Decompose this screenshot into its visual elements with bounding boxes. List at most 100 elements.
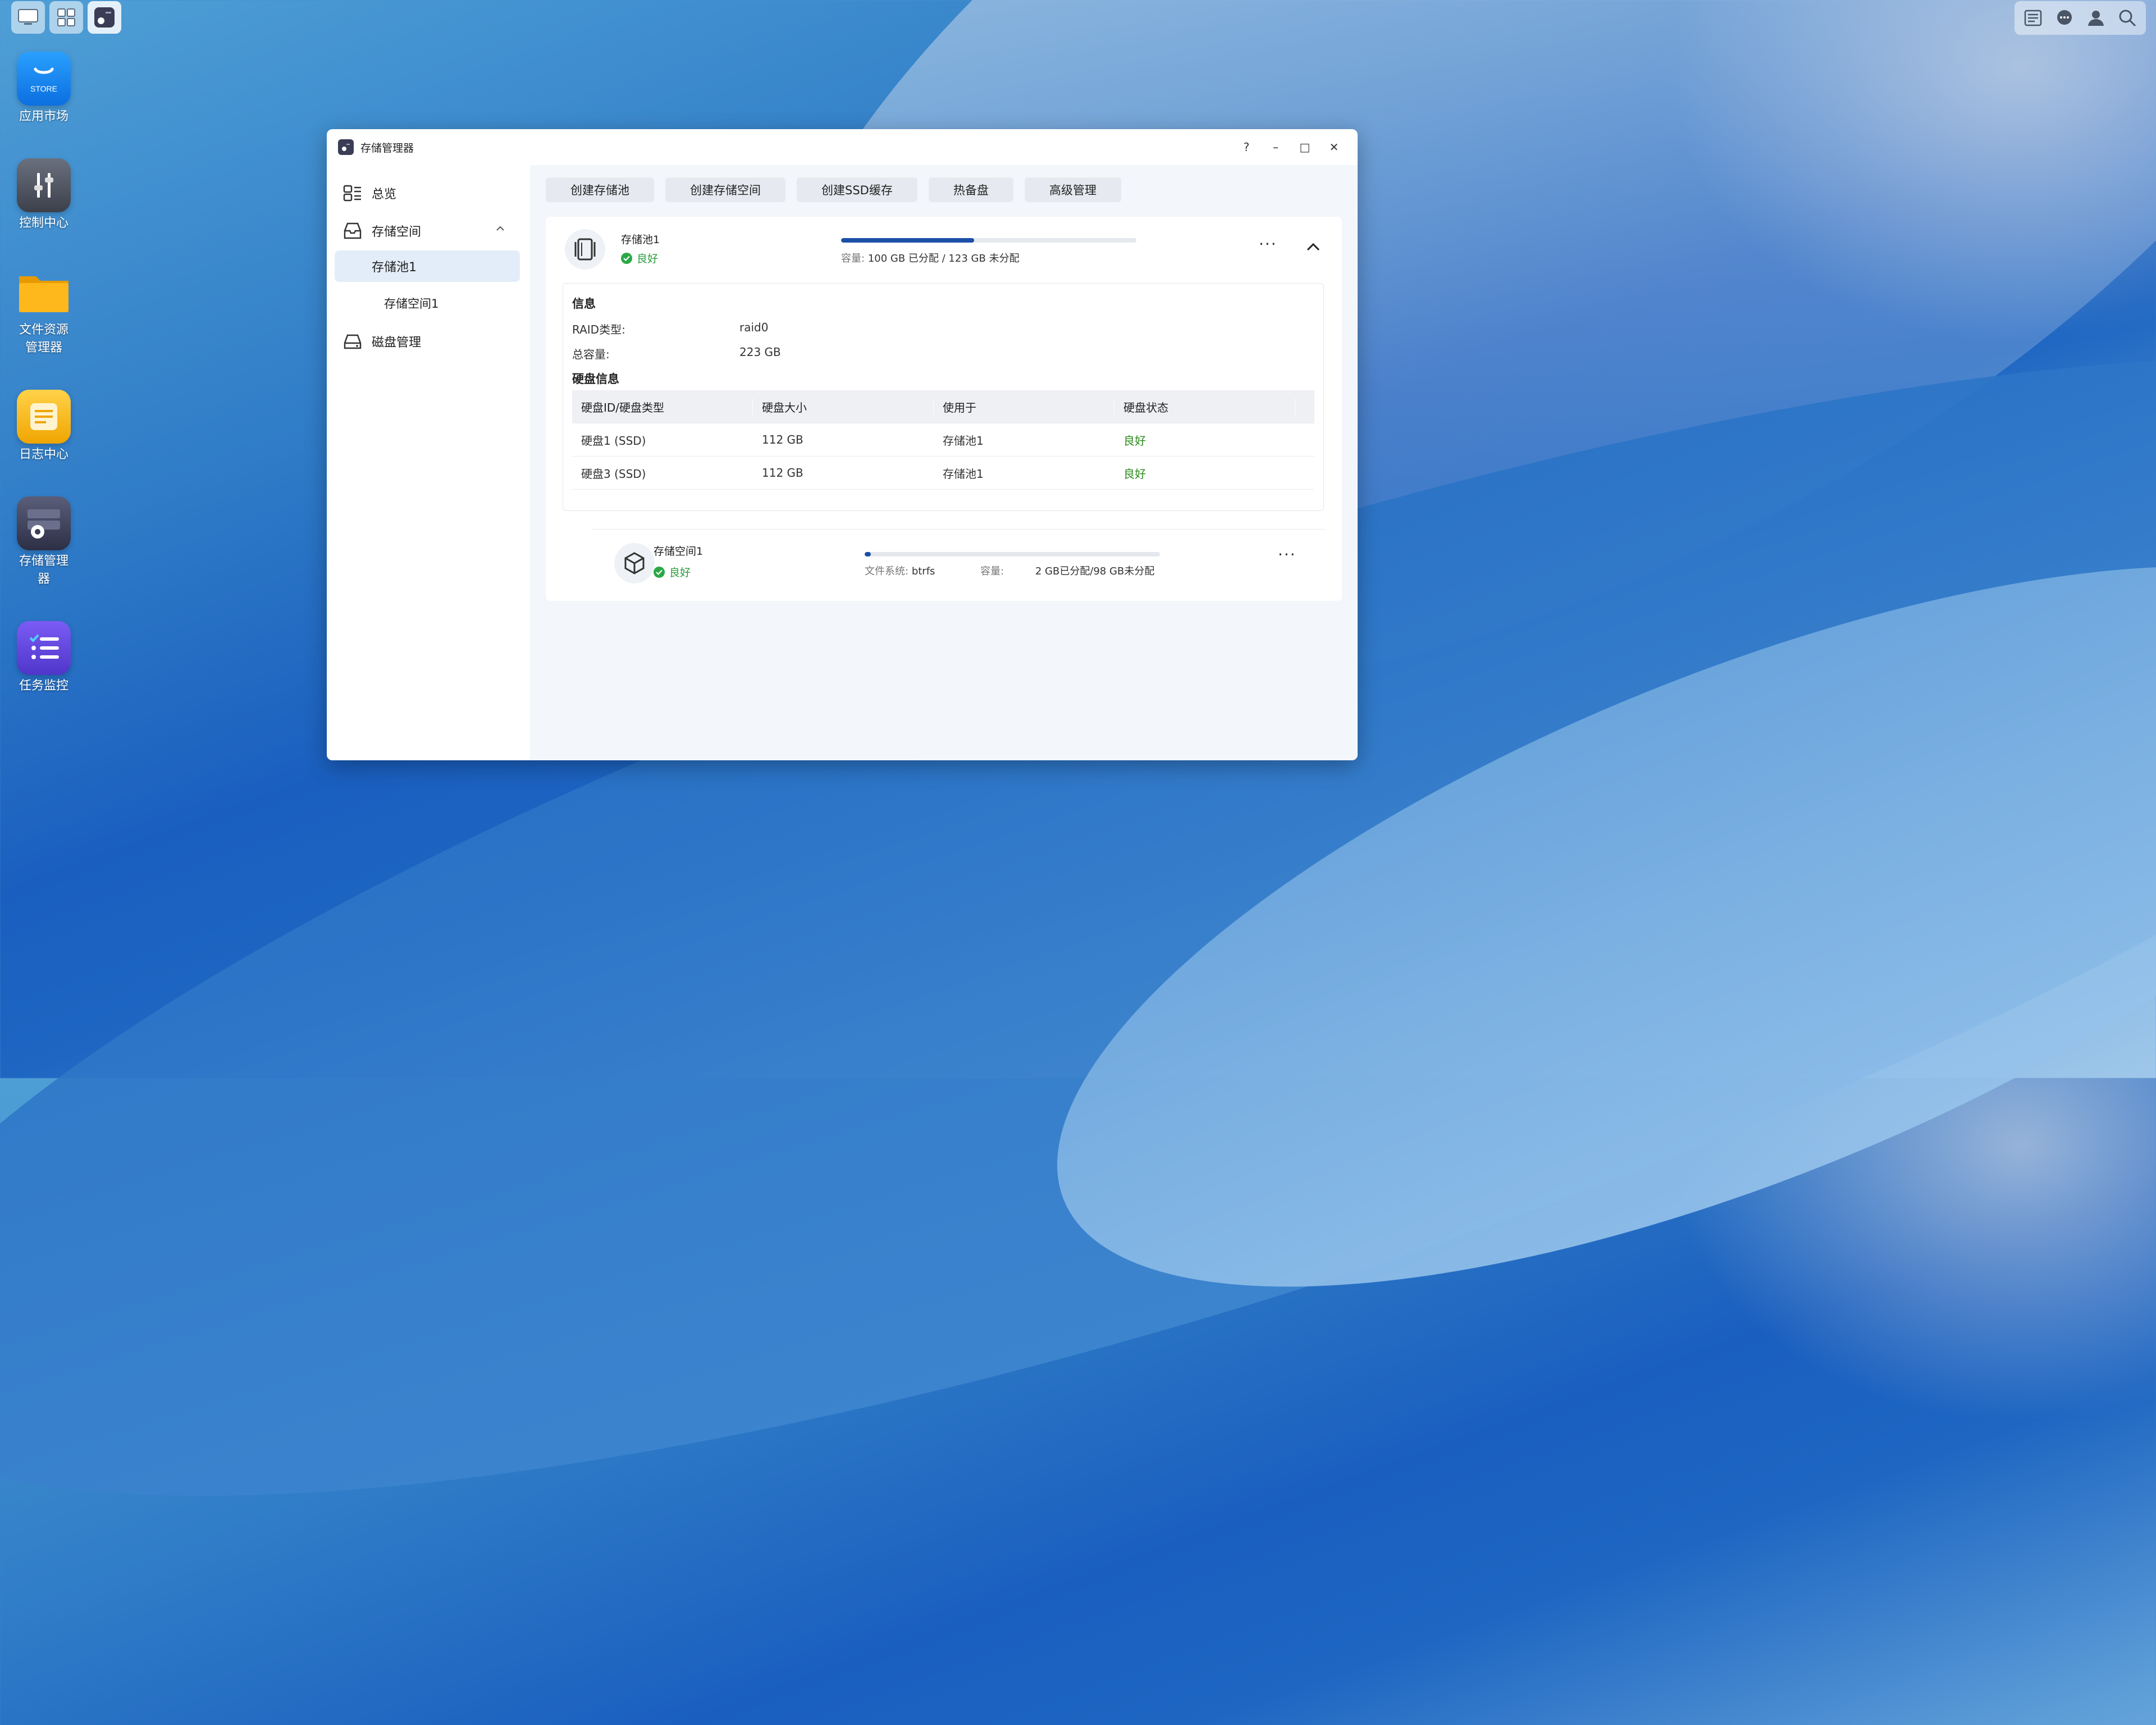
desktop-icon-app-store[interactable]: STORE 应用市场 (8, 52, 80, 126)
volume-name: 存储空间1 (654, 545, 704, 558)
sidebar-item-label: 存储空间 (372, 225, 422, 239)
info-heading: 信息 (572, 297, 596, 311)
raid-type-label: RAID类型: (572, 323, 625, 336)
volume-usage-bar (865, 552, 1160, 556)
svg-text:STORE: STORE (30, 84, 57, 93)
log-icon (17, 390, 71, 444)
sidebar-item-disk-management[interactable]: 磁盘管理 (335, 326, 520, 357)
close-button[interactable]: ✕ (1322, 136, 1346, 158)
used-by-cell: 存储池1 (934, 431, 1114, 448)
user-icon (2088, 11, 2104, 26)
column-header: 硬盘ID/硬盘类型 (572, 398, 753, 415)
desktop-icon-label: 控制中心 (19, 216, 68, 230)
sidebar-item-overview[interactable]: 总览 (335, 177, 520, 209)
show-desktop-button[interactable] (11, 1, 45, 34)
sidebar-item-label: 磁盘管理 (372, 336, 422, 350)
window-title: 存储管理器 (360, 142, 414, 154)
desktop-icon-storage-manager[interactable]: 存储管理 器 (8, 496, 80, 588)
chevron-up-icon (496, 226, 504, 231)
task-list-icon (17, 621, 71, 675)
window-titlebar[interactable]: 存储管理器 ? – □ ✕ (327, 129, 1358, 166)
sidebar-item-storage-space[interactable]: 存储空间 (335, 215, 520, 247)
filesystem-value: btrfs (911, 565, 935, 577)
desktop-icon-label: 日志中心 (19, 448, 68, 462)
storage-manager-window: 存储管理器 ? – □ ✕ 总览 存储空间 存储池1 存储空间1 磁盘管理 创建… (327, 129, 1358, 760)
volume-status-text: 良好 (669, 567, 691, 579)
column-header: 硬盘状态 (1114, 398, 1295, 415)
volume-capacity-label: 容量: (980, 565, 1004, 577)
table-row[interactable]: 硬盘3 (SSD) 112 GB 存储池1 良好 (572, 457, 1314, 490)
sidebar-item-label: 存储池1 (372, 261, 417, 275)
sliders-icon (17, 158, 71, 212)
check-circle-icon (654, 566, 665, 578)
folder-icon (17, 265, 71, 319)
pool-capacity: 容量: 100 GB 已分配 / 123 GB 未分配 (841, 250, 1020, 265)
volume-capacity: 容量: 2 GB已分配/98 GB未分配 (980, 563, 1154, 578)
storage-pool-card: 存储池1 良好 容量: 100 GB 已分配 / 123 GB 未分配 ··· (546, 217, 1342, 601)
chat-icon (2057, 10, 2072, 25)
news-icon (2024, 10, 2042, 26)
disk-table: 硬盘ID/硬盘类型 硬盘大小 使用于 硬盘状态 硬盘1 (SSD) 112 GB… (572, 390, 1314, 490)
pool-info-panel: 信息 RAID类型: raid0 总容量: 223 GB 硬盘信息 硬盘ID/硬… (563, 283, 1324, 511)
search-icon (2119, 10, 2136, 27)
storage-app-icon (94, 7, 115, 28)
desktop-icon-log-center[interactable]: 日志中心 (8, 390, 80, 464)
hot-spare-button[interactable]: 热备盘 (928, 177, 1013, 202)
help-button[interactable]: ? (1234, 136, 1259, 158)
cube-icon (614, 543, 655, 583)
user-button[interactable] (2083, 5, 2109, 31)
create-pool-button[interactable]: 创建存储池 (546, 177, 654, 202)
used-by-cell: 存储池1 (934, 464, 1114, 481)
volume-usage-fill (865, 552, 871, 556)
sidebar-item-label: 总览 (372, 188, 397, 202)
sidebar-item-label: 存储空间1 (384, 297, 439, 311)
dashboard-icon (342, 183, 363, 203)
disk-id-cell: 硬盘3 (SSD) (572, 464, 753, 481)
volume-capacity-value: 2 GB已分配/98 GB未分配 (1035, 565, 1155, 577)
table-row[interactable]: 硬盘1 (SSD) 112 GB 存储池1 良好 (572, 423, 1314, 457)
sidebar-item-storage-pool-1[interactable]: 存储池1 (335, 250, 520, 282)
filesystem-label: 文件系统: (865, 565, 909, 577)
raid-type-value: raid0 (739, 321, 769, 334)
chevron-up-icon[interactable] (1306, 243, 1321, 252)
grid-icon (57, 8, 75, 26)
create-volume-button[interactable]: 创建存储空间 (665, 177, 785, 202)
desktop-icon-task-monitor[interactable]: 任务监控 (8, 621, 80, 695)
pool-status: 良好 (621, 250, 658, 266)
pool-header[interactable]: 存储池1 良好 容量: 100 GB 已分配 / 123 GB 未分配 ··· (546, 217, 1342, 282)
column-header: 使用于 (934, 398, 1114, 415)
widgets-button[interactable] (2020, 5, 2046, 31)
storage-pool-icon (565, 229, 605, 270)
app-launcher-button[interactable] (49, 1, 83, 34)
pool-more-button[interactable]: ··· (1259, 235, 1277, 253)
minimize-button[interactable]: – (1263, 136, 1288, 158)
toolbar: 创建存储池 创建存储空间 创建SSD缓存 热备盘 高级管理 (546, 177, 1121, 202)
maximize-button[interactable]: □ (1292, 136, 1317, 158)
search-button[interactable] (2114, 5, 2140, 31)
desktop-icon-label: 文件资源 管理器 (19, 323, 68, 355)
hard-drive-icon (342, 331, 363, 352)
disk-size-cell: 112 GB (753, 433, 934, 446)
messages-button[interactable] (2052, 5, 2077, 31)
taskbar-left (11, 1, 121, 35)
table-header-row: 硬盘ID/硬盘类型 硬盘大小 使用于 硬盘状态 (572, 390, 1314, 423)
desktop-icon-label: 存储管理 器 (19, 554, 68, 586)
volume-row[interactable]: 存储空间1 良好 文件系统: btrfs 容量: 2 GB已分配/98 GB未分… (592, 529, 1325, 601)
advanced-management-button[interactable]: 高级管理 (1024, 177, 1121, 202)
inbox-storage-icon (342, 221, 363, 241)
check-circle-icon (621, 252, 632, 264)
pool-usage-fill (841, 238, 974, 243)
desktop-icon-control-center[interactable]: 控制中心 (8, 158, 80, 232)
pool-capacity-value: 100 GB 已分配 / 123 GB 未分配 (867, 253, 1020, 264)
desktop-icon-label: 应用市场 (19, 109, 68, 124)
volume-more-button[interactable]: ··· (1278, 545, 1296, 564)
volume-filesystem: 文件系统: btrfs (865, 563, 935, 578)
volume-status: 良好 (654, 564, 691, 579)
desktop-icon-label: 任务监控 (19, 679, 68, 693)
sidebar-item-storage-space-1[interactable]: 存储空间1 (335, 288, 520, 319)
storage-app-icon (338, 139, 354, 155)
desktop-icon-file-manager[interactable]: 文件资源 管理器 (8, 265, 80, 357)
create-ssd-cache-button[interactable]: 创建SSD缓存 (797, 177, 917, 202)
taskbar-storage-manager-button[interactable] (88, 1, 121, 34)
pool-status-text: 良好 (637, 253, 659, 265)
